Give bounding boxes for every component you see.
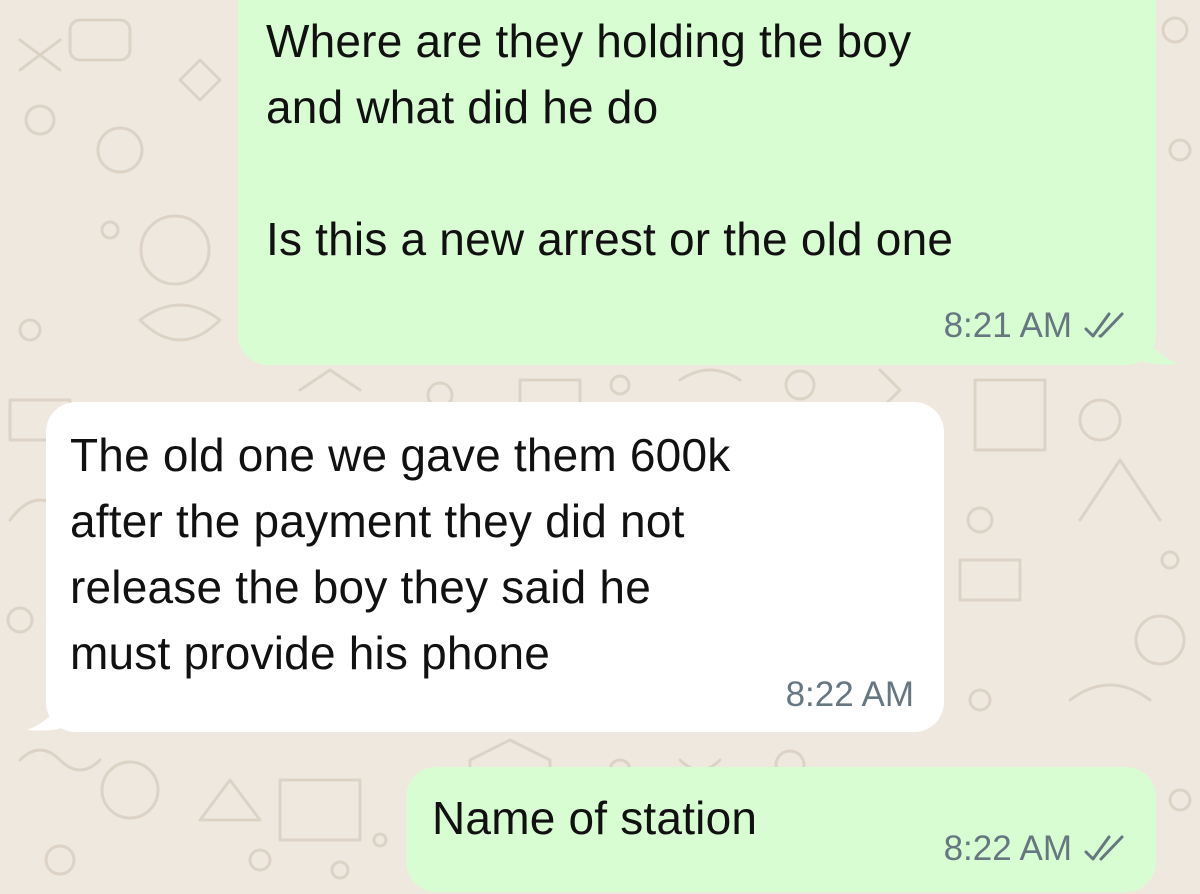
message-time: 8:21 AM [943, 306, 1072, 345]
outgoing-message-bubble[interactable]: Name of station 8:22 AM [406, 767, 1156, 892]
double-check-icon [1084, 835, 1124, 861]
incoming-bubble-tail [26, 696, 66, 731]
message-text: Name of station [432, 792, 758, 844]
message-time: 8:22 AM [785, 675, 914, 714]
outgoing-message-bubble[interactable]: Where are they holding the boy and what … [238, 0, 1156, 365]
message-meta: 8:22 AM [944, 829, 1128, 869]
message-meta: 8:22 AM [786, 675, 914, 715]
incoming-message-bubble[interactable]: The old one we gave them 600k after the … [46, 402, 944, 732]
message-text: The old one we gave them 600k after the … [70, 429, 731, 679]
message-time: 8:22 AM [943, 829, 1072, 868]
outgoing-bubble-tail [1140, 330, 1180, 365]
message-meta: 8:21 AM [944, 306, 1128, 346]
message-text: Where are they holding the boy and what … [266, 15, 954, 265]
double-check-icon [1084, 312, 1124, 338]
